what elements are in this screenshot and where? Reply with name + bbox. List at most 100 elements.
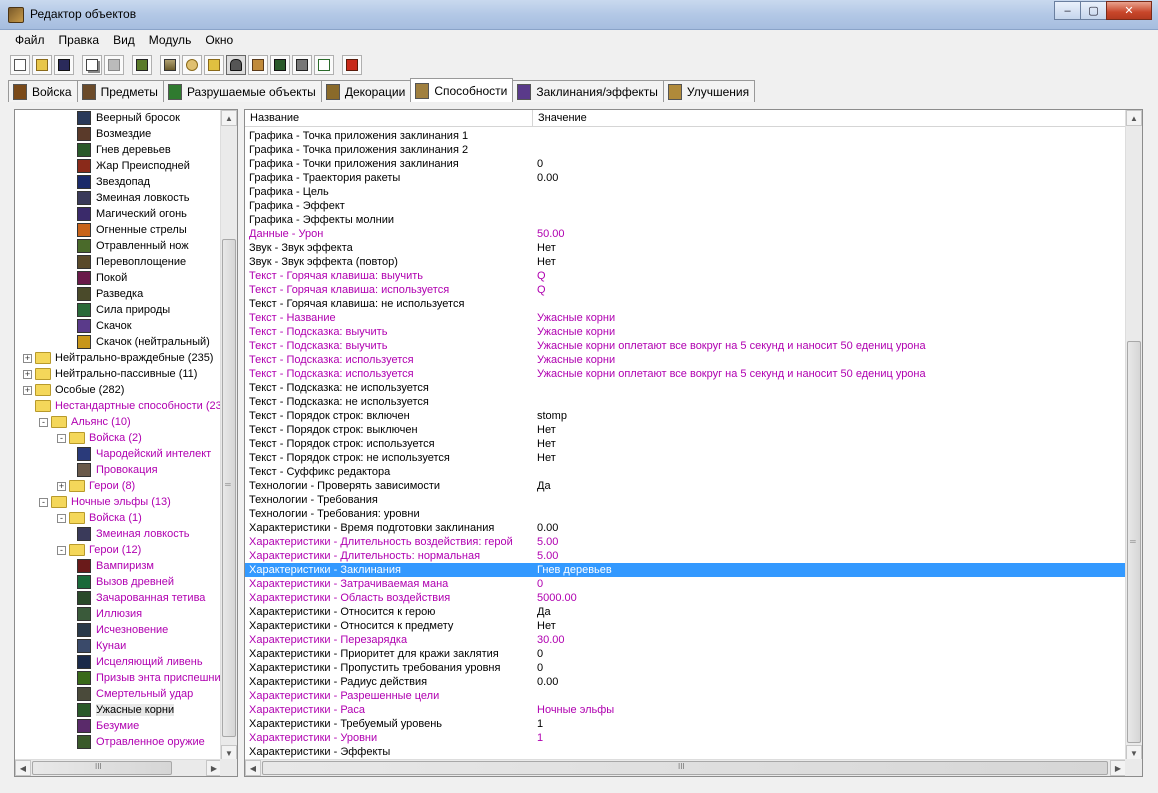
tree-item[interactable]: Перевоплощение [77,254,186,270]
expand-icon[interactable]: + [23,354,32,363]
property-row[interactable]: Графика - Точка приложения заклинания 2 [245,143,1125,157]
trigger-editor-button[interactable] [160,54,180,75]
property-row[interactable]: Текст - Порядок строк: не используется Не… [245,451,1125,465]
terrain-editor-button[interactable] [132,54,152,75]
property-row[interactable]: Текст - Горячая клавиша: не используется [245,297,1125,311]
property-row[interactable]: Характеристики - Приоритет для кражи зак… [245,647,1125,661]
property-row[interactable]: Характеристики - Уровни 1 [245,731,1125,745]
property-row[interactable]: Текст - Горячая клавиша: используется Q [245,283,1125,297]
new-button[interactable] [10,54,30,75]
property-row[interactable]: Текст - Подсказка: выучить Ужасные корни [245,325,1125,339]
menu-view[interactable]: Вид [106,30,142,50]
property-row[interactable]: Текст - Подсказка: используется Ужасные к… [245,367,1125,381]
collapse-icon[interactable]: - [57,546,66,555]
property-row[interactable]: Звук - Звук эффекта (повтор) Нет [245,255,1125,269]
property-row[interactable]: Характеристики - Разрешенные цели [245,689,1125,703]
object-tree[interactable]: Веерный бросок Возмездие Гнев деревьев Жар … [15,110,222,761]
scroll-up-button[interactable]: ▲ [221,110,237,126]
property-row[interactable]: Текст - Суффикс редактора [245,465,1125,479]
tree-item[interactable]: Сила природы [77,302,170,318]
tree-item[interactable]: Призыв энта приспешни [77,670,221,686]
tree-item[interactable]: Зачарованная тетива [77,590,205,606]
tree-item[interactable]: Покой [77,270,127,286]
property-row[interactable]: Графика - Эффекты молнии [245,213,1125,227]
tree-folder[interactable]: Нейтрально-пассивные (11) [35,366,197,382]
tree-vscroll-thumb[interactable]: ═ [222,239,236,737]
tree-item[interactable]: Змеиная ловкость [77,190,190,206]
tree-item[interactable]: Безумие [77,718,139,734]
scroll-right-button[interactable]: ▶ [1110,760,1126,776]
tab-destructibles[interactable]: Разрушаемые объекты [162,80,322,102]
tree-item[interactable]: Провокация [77,462,158,478]
property-row[interactable]: Графика - Точка приложения заклинания 1 [245,129,1125,143]
tree-folder[interactable]: Герои (12) [69,542,141,558]
sound-editor-button[interactable] [204,54,224,75]
close-button[interactable]: ✕ [1106,1,1152,20]
tree-item[interactable]: Отравленный нож [77,238,189,254]
test-map-button[interactable] [342,54,362,75]
property-row[interactable]: Данные - Урон 50.00 [245,227,1125,241]
property-row[interactable]: Текст - Название Ужасные корни [245,311,1125,325]
tree-item[interactable]: Возмездие [77,126,151,142]
tree-hscroll-thumb[interactable]: III [32,761,172,775]
column-name-header[interactable]: Название [245,110,533,127]
tree-item[interactable]: Чародейский интелект [77,446,211,462]
collapse-icon[interactable]: - [39,498,48,507]
property-row[interactable]: Характеристики - Длительность воздействи… [245,535,1125,549]
tree-item[interactable]: Исцеляющий ливень [77,654,203,670]
property-row[interactable]: Графика - Эффект [245,199,1125,213]
property-row[interactable]: Характеристики - Относится к предмету Нет [245,619,1125,633]
tree-item[interactable]: Гнев деревьев [77,142,171,158]
save-button[interactable] [54,54,74,75]
tree-item[interactable]: Огненные стрелы [77,222,187,238]
tree-item[interactable]: Кунаи [77,638,126,654]
property-row[interactable]: Характеристики - Относится к герою Да [245,605,1125,619]
tree-folder[interactable]: Герои (8) [69,478,135,494]
import-manager-button[interactable] [292,54,312,75]
tab-items[interactable]: Предметы [76,80,164,102]
minimize-button[interactable]: – [1054,1,1081,20]
property-row[interactable]: Технологии - Проверять зависимости Да [245,479,1125,493]
list-vscroll-thumb[interactable]: ═ [1127,341,1141,743]
tree-folder[interactable]: Нестандартные способности (23) [35,398,222,414]
menu-edit[interactable]: Правка [52,30,107,50]
tree-item[interactable]: Змеиная ловкость [77,526,190,542]
list-horizontal-scrollbar[interactable]: ◀ III ▶ [245,759,1126,776]
property-row[interactable]: Графика - Цель [245,185,1125,199]
list-vertical-scrollbar[interactable]: ▲ ═ ▼ [1125,110,1142,761]
property-row[interactable]: Характеристики - Область воздействия 5000… [245,591,1125,605]
tree-item[interactable]: Магический огонь [77,206,187,222]
property-row[interactable]: Характеристики - Длительность: нормальна… [245,549,1125,563]
collapse-icon[interactable]: - [57,514,66,523]
tree-item[interactable]: Исчезновение [77,622,168,638]
tree-folder[interactable]: Нейтрально-враждебные (235) [35,350,213,366]
scroll-left-button[interactable]: ◀ [245,760,261,776]
tree-vertical-scrollbar[interactable]: ▲ ═ ▼ [220,110,237,761]
property-row[interactable]: Текст - Горячая клавиша: выучить Q [245,269,1125,283]
property-row[interactable]: Текст - Порядок строк: используется Нет [245,437,1125,451]
tree-horizontal-scrollbar[interactable]: ◀ III ▶ [15,759,222,776]
property-row[interactable]: Характеристики - Пропустить требования у… [245,661,1125,675]
collapse-icon[interactable]: - [39,418,48,427]
property-row[interactable]: Характеристики - Раса Ночные эльфы [245,703,1125,717]
ai-editor-button[interactable] [270,54,290,75]
property-row[interactable]: Технологии - Требования: уровни [245,507,1125,521]
property-row[interactable]: Текст - Порядок строк: выключен Нет [245,423,1125,437]
tree-item[interactable]: Разведка [77,286,143,302]
tree-folder[interactable]: Войска (1) [69,510,142,526]
property-row[interactable]: Текст - Подсказка: не используется [245,395,1125,409]
tab-abilities[interactable]: Способности [410,78,514,102]
tree-item[interactable]: Жар Преисподней [77,158,190,174]
menu-window[interactable]: Окно [198,30,240,50]
property-row[interactable]: Звук - Звук эффекта Нет [245,241,1125,255]
tree-item[interactable]: Вызов древней [77,574,174,590]
tree-item[interactable]: Иллюзия [77,606,142,622]
tree-item[interactable]: Звездопад [77,174,150,190]
property-row[interactable]: Характеристики - Перезарядка 30.00 [245,633,1125,647]
property-row[interactable]: Графика - Траектория ракеты 0.00 [245,171,1125,185]
expand-icon[interactable]: + [23,370,32,379]
text-editor-button[interactable] [182,54,202,75]
property-row[interactable]: Характеристики - Заклинания Гнев деревьев [245,563,1125,577]
property-row[interactable]: Текст - Подсказка: используется Ужасные к… [245,353,1125,367]
property-row[interactable]: Текст - Подсказка: не используется [245,381,1125,395]
